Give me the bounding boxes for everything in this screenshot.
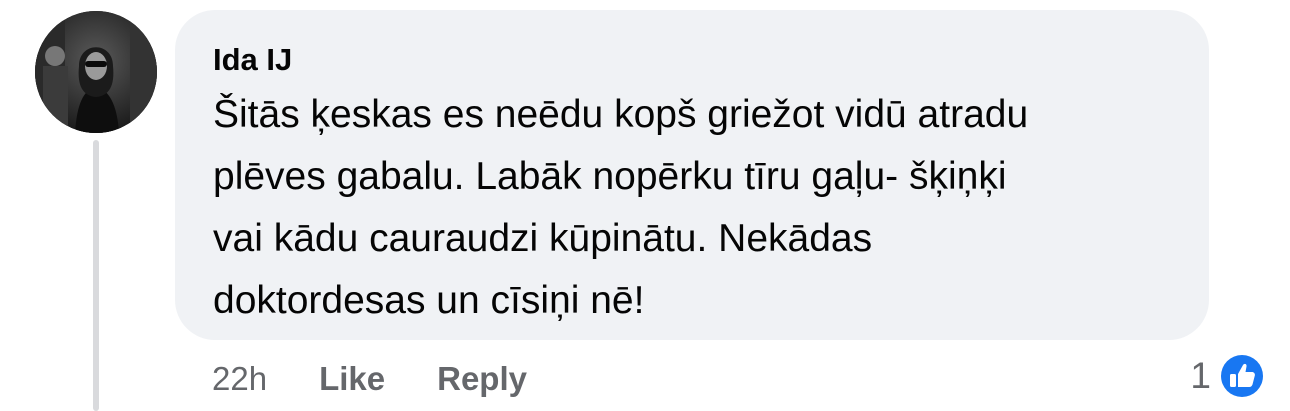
comment-actions: 22h Like Reply (212, 355, 579, 403)
like-thumbs-up-icon (1218, 352, 1266, 400)
reply-button[interactable]: Reply (437, 360, 527, 398)
reaction-count: 1 (1190, 355, 1211, 396)
thread-line (93, 140, 99, 411)
comment-text: Šitās ķeskas es neēdu kopš griežot vidū … (213, 93, 1029, 322)
like-button[interactable]: Like (319, 360, 385, 398)
reaction-summary[interactable]: 1 (1190, 350, 1267, 402)
comment-timestamp[interactable]: 22h (212, 360, 267, 398)
comment-bubble: Ida IJ Šitās ķeskas es neēdu kopš griežo… (175, 10, 1209, 340)
avatar[interactable] (35, 11, 157, 133)
avatar-image (35, 11, 157, 133)
comment-author[interactable]: Ida IJ (213, 40, 1171, 80)
